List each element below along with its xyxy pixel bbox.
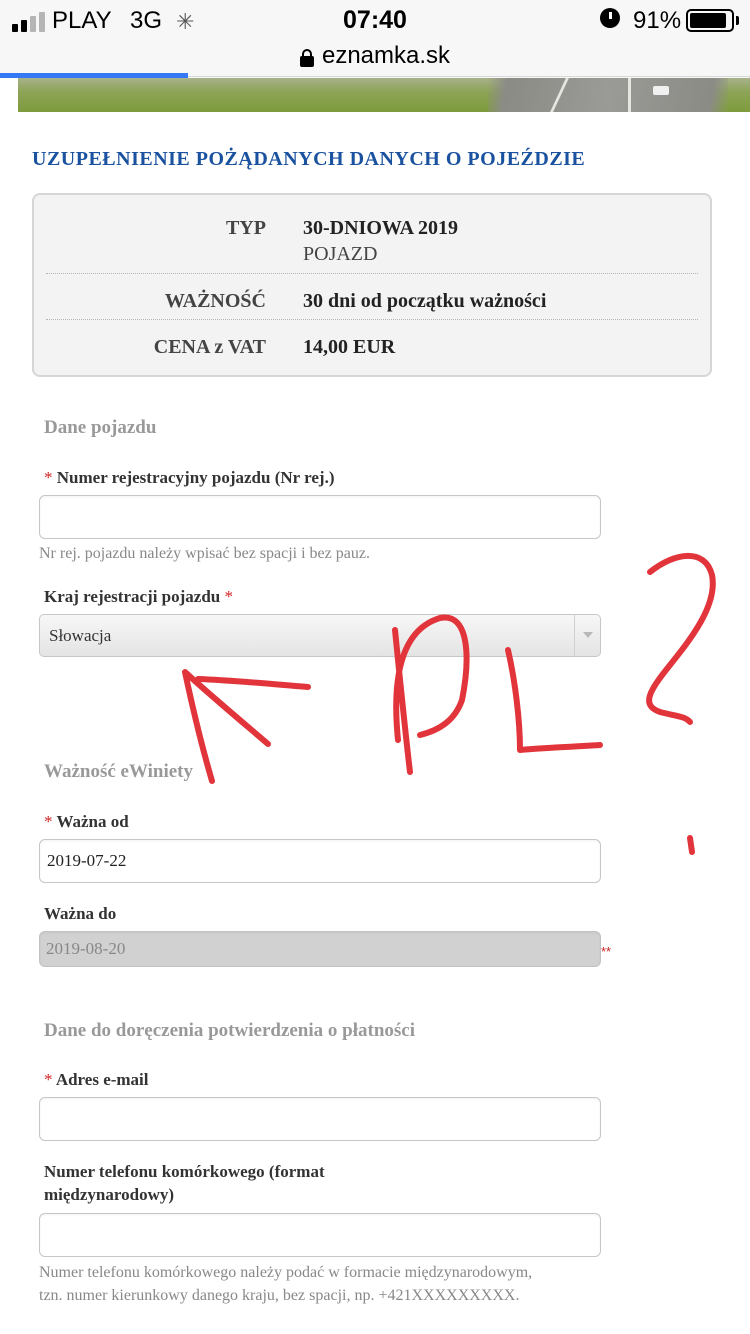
validity-section-title: Ważność eWiniety — [44, 761, 194, 782]
lock-icon — [299, 49, 314, 67]
valid-to-label: Ważna do — [44, 904, 117, 923]
delivery-section-title: Dane do doręczenia potwierdzenia o płatn… — [44, 1020, 416, 1041]
annotation-question-dot — [687, 835, 695, 855]
phone-label-line1: Numer telefonu komórkowego (format — [44, 1162, 325, 1181]
country-select[interactable]: Słowacja — [39, 614, 601, 657]
summary-validity-value: 30 dni od początku ważności — [303, 290, 547, 312]
phone-help-line2: tzn. numer kierunkowy danego kraju, bez … — [39, 1287, 520, 1304]
email-label: * Adres e-mail — [44, 1068, 149, 1091]
valid-from-input[interactable] — [39, 839, 601, 883]
country-label: Kraj rejestracji pojazdu * — [44, 585, 233, 608]
annotation-question-hook — [646, 552, 716, 725]
alarm-clock-icon — [600, 8, 620, 28]
country-select-value: Słowacja — [49, 626, 112, 645]
summary-validity-label: WAŻNOŚĆ — [164, 290, 266, 312]
valid-to-note-marker: ** — [601, 944, 612, 959]
status-bar: PLAY 3G ✳ 07:40 91% — [0, 0, 750, 42]
email-label-text: Adres e-mail — [55, 1070, 149, 1089]
chevron-down-icon — [574, 615, 600, 656]
battery-level — [690, 13, 727, 28]
car-image — [653, 86, 669, 95]
required-marker: * — [44, 812, 53, 831]
annotation-arrow-shaft — [195, 676, 311, 690]
road-marking — [628, 78, 631, 112]
summary-type-sub: POJAZD — [303, 243, 378, 265]
url-text: eznamka.sk — [321, 42, 451, 69]
vehicle-section-title: Dane pojazdu — [44, 417, 157, 438]
annotation-arrow-head — [182, 669, 271, 784]
phone-help-text: Numer telefonu komórkowego należy podać … — [39, 1261, 532, 1307]
phone-input[interactable] — [39, 1213, 601, 1257]
annotation-letter-l — [505, 647, 603, 753]
page-title: UZUPEŁNIENIE POŻĄDANYCH DANYCH O POJEŹDZ… — [32, 148, 586, 170]
battery-icon — [686, 9, 734, 32]
header-banner-image — [18, 78, 750, 112]
summary-divider — [46, 273, 698, 274]
plate-label: * Numer rejestracyjny pojazdu (Nr rej.) — [44, 466, 335, 489]
valid-from-label-text: Ważna od — [56, 812, 129, 831]
valid-from-label: * Ważna od — [44, 810, 129, 833]
phone-label: Numer telefonu komórkowego (format międz… — [44, 1160, 325, 1206]
plate-label-text: Numer rejestracyjny pojazdu (Nr rej.) — [56, 468, 335, 487]
required-marker: * — [44, 468, 53, 487]
summary-type-value: 30-DNIOWA 2019 — [303, 217, 459, 239]
summary-price-label: CENA z VAT — [153, 336, 266, 358]
required-marker: * — [44, 1070, 53, 1089]
phone-label-line2: międzynarodowy) — [44, 1185, 175, 1204]
summary-divider — [46, 319, 698, 320]
plate-help-text: Nr rej. pojazdu należy wpisać bez spacji… — [39, 545, 370, 562]
valid-to-input — [39, 931, 601, 967]
plate-number-input[interactable] — [39, 495, 601, 539]
road-image — [488, 78, 728, 112]
battery-percent: 91% — [633, 7, 682, 34]
order-summary: TYP 30-DNIOWA 2019 POJAZD WAŻNOŚĆ 30 dni… — [32, 193, 712, 377]
country-label-text: Kraj rejestracji pojazdu — [44, 587, 221, 606]
summary-type-label: TYP — [226, 217, 266, 239]
phone-help-line1: Numer telefonu komórkowego należy podać … — [39, 1264, 533, 1281]
required-marker: * — [224, 587, 234, 606]
battery-tip — [736, 16, 739, 25]
email-input[interactable] — [39, 1097, 601, 1141]
summary-price-value: 14,00 EUR — [303, 336, 396, 358]
